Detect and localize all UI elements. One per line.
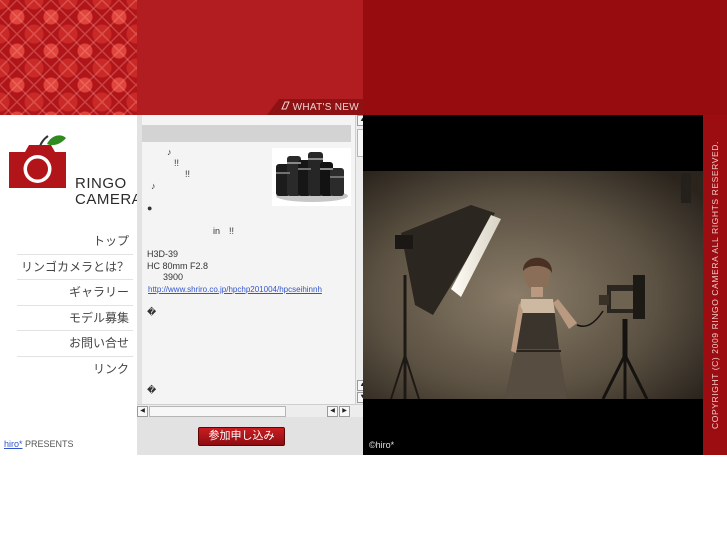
main-menu: トップ リンゴカメラとは？ ギャラリー モデル募集 お問い合せ リンク xyxy=(17,229,133,383)
menu-item-top[interactable]: トップ xyxy=(17,229,133,255)
scroll-right-icon[interactable]: ▶ xyxy=(339,406,350,417)
news-link[interactable]: http://www.shriro.co.jp/hpchp201004/hpcs… xyxy=(148,285,352,294)
logo-line-1: RINGO xyxy=(75,175,127,192)
photo-credit: ©hiro* xyxy=(369,440,395,450)
whats-new-tab[interactable]: WHAT'S NEW xyxy=(267,99,363,115)
news-line-2: !! xyxy=(174,158,180,168)
horizontal-scroll-thumb[interactable] xyxy=(149,406,286,417)
scroll-left-icon[interactable]: ◀ xyxy=(137,406,148,417)
vertical-scrollbar[interactable]: ▲ ▲ ▼ xyxy=(355,115,363,404)
whats-new-label: WHAT'S NEW xyxy=(292,101,359,113)
news-line-4: ♪ xyxy=(151,181,156,191)
menu-item-model-recruit[interactable]: モデル募集 xyxy=(17,306,133,332)
menu-item-about[interactable]: リンゴカメラとは？ xyxy=(17,255,133,281)
header-pattern xyxy=(0,0,137,115)
logo-line-2: CAMERA xyxy=(75,191,143,208)
news-panel: ♪ !! !! ♪ ● in !! H3D-39 HC 80mm F2.8 39… xyxy=(137,115,363,455)
logo-camera-icon xyxy=(9,135,66,188)
copyright-text: COPYRIGHT (C) 2009 RINGO CAMERA ALL RIGH… xyxy=(710,141,720,429)
credit-suffix: PRESENTS xyxy=(22,439,74,449)
presenter-credit: hiro* PRESENTS xyxy=(4,439,74,449)
whats-new-icon xyxy=(280,101,290,113)
page: WHAT'S NEW RINGO CAMERA トップ リンゴカメラとは？ ギャ… xyxy=(0,0,727,545)
news-line-10: � xyxy=(147,307,157,317)
news-line-7: H3D-39 xyxy=(147,249,179,259)
menu-item-contact[interactable]: お問い合せ xyxy=(17,331,133,357)
news-header-bar xyxy=(142,125,351,142)
gallery-photo: ©hiro* xyxy=(363,115,703,455)
news-line-5: ● xyxy=(147,203,153,213)
menu-item-gallery[interactable]: ギャラリー xyxy=(17,280,133,306)
scroll-left-icon[interactable]: ◀ xyxy=(327,406,338,417)
news-line-1: ♪ xyxy=(167,147,172,157)
news-line-11: � xyxy=(147,385,157,395)
header-right-band xyxy=(363,0,727,115)
news-body: ♪ !! !! ♪ ● in !! H3D-39 HC 80mm F2.8 39… xyxy=(147,147,351,402)
horizontal-scrollbar[interactable]: ◀ ◀ ▶ xyxy=(137,404,363,417)
logo-text: RINGO CAMERA xyxy=(75,176,142,208)
menu-item-links[interactable]: リンク xyxy=(17,357,133,383)
studio-photo-image xyxy=(363,115,703,455)
nav-panel: RINGO CAMERA トップ リンゴカメラとは？ ギャラリー モデル募集 お… xyxy=(0,115,142,455)
credit-link[interactable]: hiro* xyxy=(4,439,23,449)
copyright-strip: COPYRIGHT (C) 2009 RINGO CAMERA ALL RIGH… xyxy=(703,115,727,455)
join-button[interactable]: 参加申し込み xyxy=(198,427,285,446)
news-line-6: in !! xyxy=(213,226,235,236)
news-frame[interactable]: ♪ !! !! ♪ ● in !! H3D-39 HC 80mm F2.8 39… xyxy=(142,115,363,404)
logo[interactable]: RINGO CAMERA xyxy=(7,132,142,208)
news-line-3: !! xyxy=(185,169,191,179)
header-center-band: WHAT'S NEW xyxy=(137,0,363,115)
news-line-9: 3900 xyxy=(163,272,184,282)
news-line-8: HC 80mm F2.8 xyxy=(147,261,209,271)
